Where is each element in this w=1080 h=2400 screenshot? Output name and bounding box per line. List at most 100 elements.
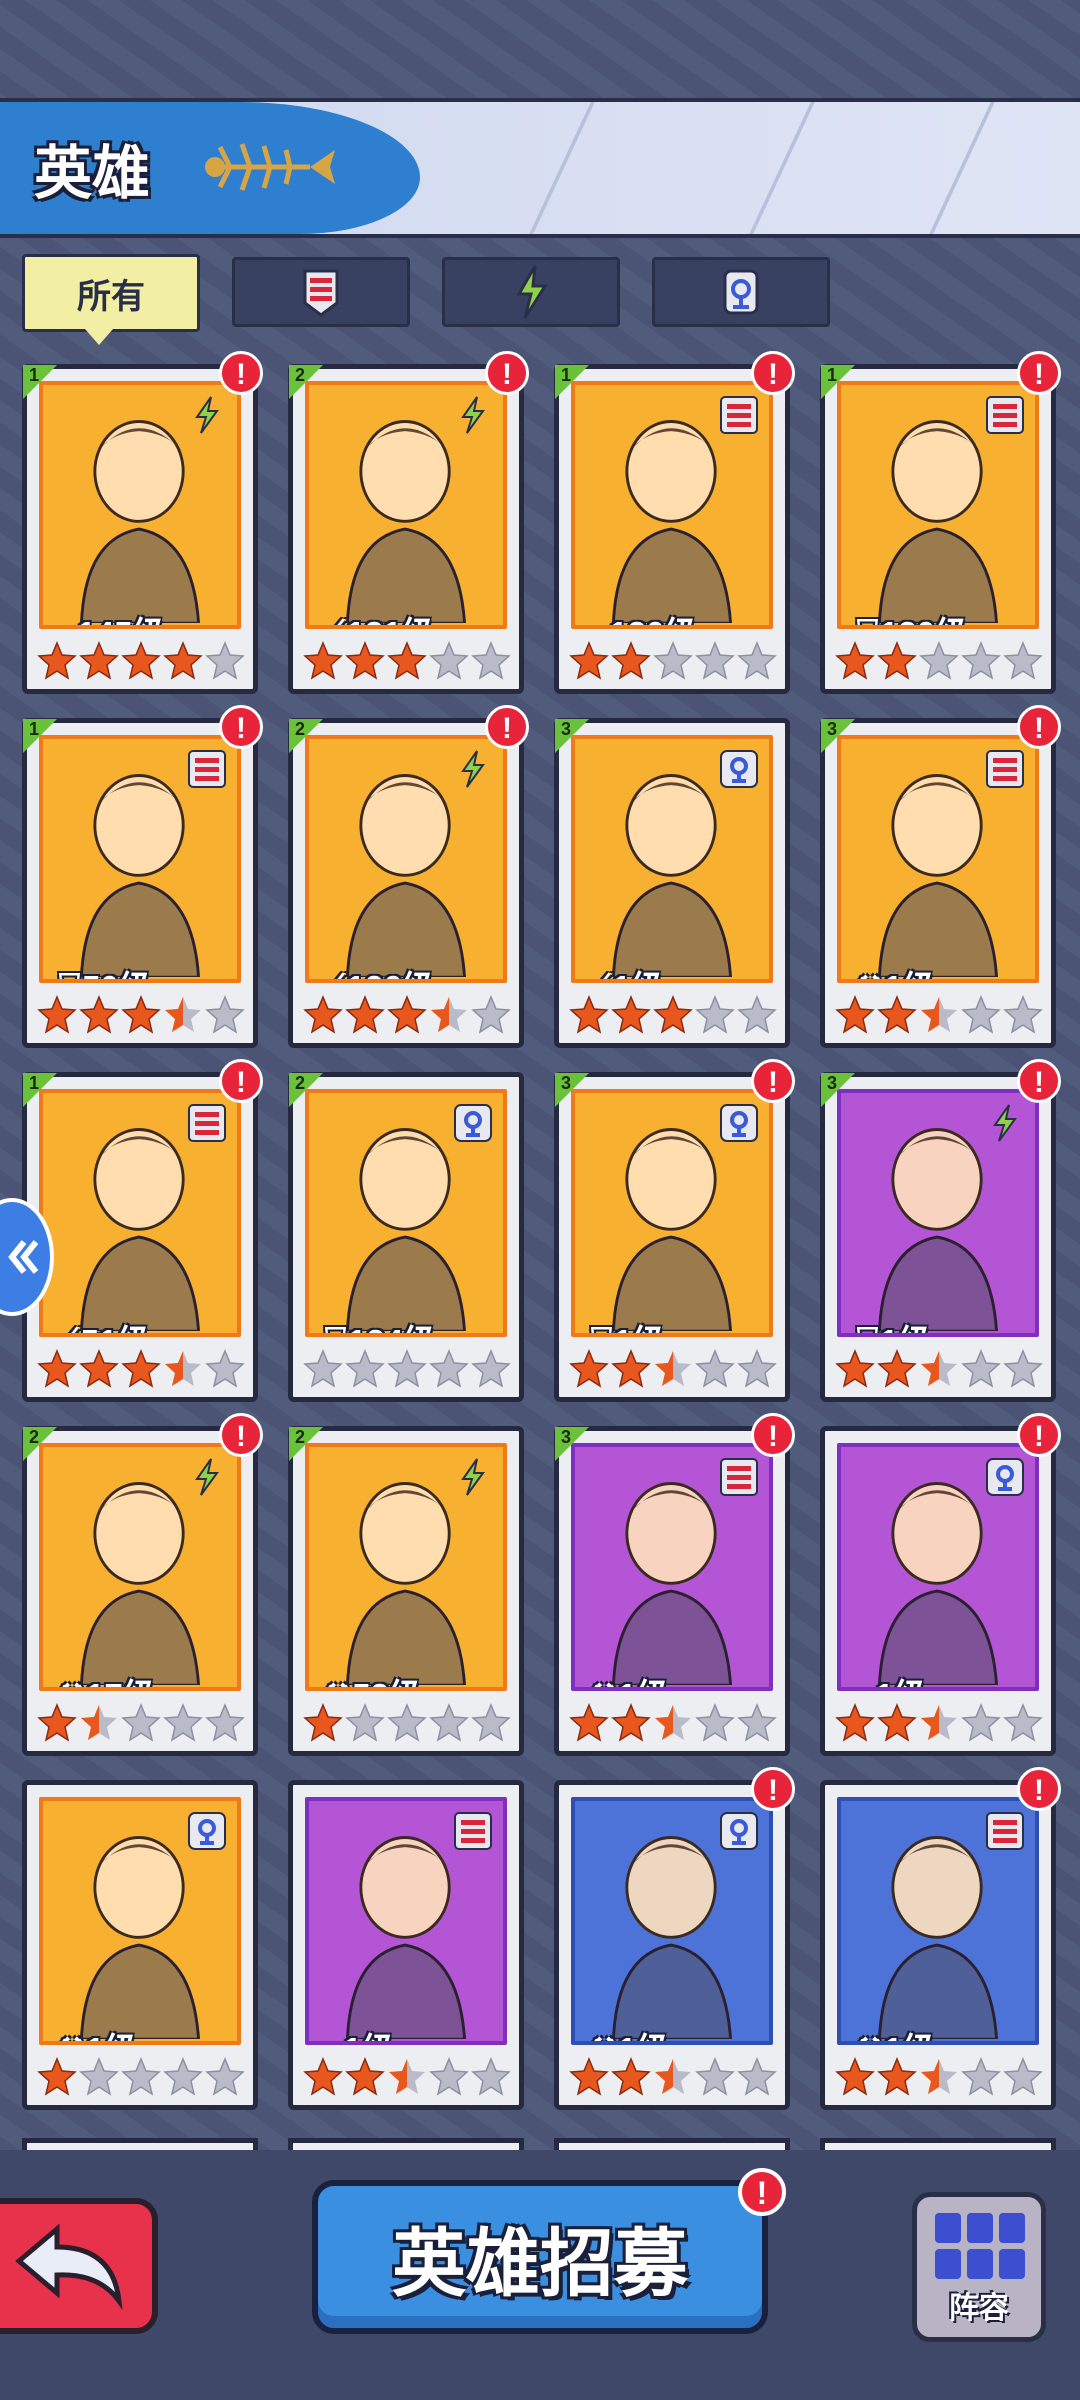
star-rating	[835, 641, 1043, 681]
hero-level: ⚒1级	[59, 2023, 137, 2041]
half-star-icon	[165, 997, 201, 1032]
hero-level-text: 1级	[86, 2023, 137, 2041]
hero-level: ⌐130级	[591, 607, 697, 625]
star-rating	[303, 995, 511, 1035]
hero-portrait: ⛉1级	[571, 1089, 773, 1337]
tab-all[interactable]: 所有	[22, 254, 200, 345]
hero-portrait: ⚒1级	[837, 735, 1039, 983]
wall-crack	[529, 102, 595, 234]
hero-card[interactable]: ⚒1级 3!	[820, 705, 1061, 1048]
star-rating	[303, 1703, 511, 1743]
hammer-icon: ⚒	[59, 1677, 84, 1688]
hero-card[interactable]: ⚒1级	[22, 1780, 258, 2110]
tab-green-class[interactable]	[442, 257, 620, 327]
hero-card[interactable]: ⛉1级 3!	[820, 1059, 1061, 1402]
hero-card[interactable]: ⌐1级!	[820, 1413, 1061, 1756]
hero-level: ⚒52级	[325, 1669, 422, 1687]
axe-icon: ⚒	[857, 969, 882, 980]
rifle-icon: ⟋	[325, 615, 345, 626]
alert-badge-icon: !	[219, 1059, 263, 1103]
star-empty-icon	[345, 1349, 385, 1388]
star-empty-icon	[121, 2057, 161, 2096]
star-rating	[303, 641, 511, 681]
alert-badge-icon: !	[751, 1767, 795, 1811]
star-empty-icon	[121, 1703, 161, 1742]
tab-blue-class[interactable]	[652, 257, 830, 327]
hero-card[interactable]: ⌐1级	[288, 1780, 524, 2110]
half-star-icon	[81, 1705, 117, 1740]
rank-number: 2	[29, 1427, 40, 1447]
hero-card[interactable]: ⛉50级 1!	[22, 705, 263, 1048]
hero-card[interactable]: ⟋131级 2!	[288, 351, 529, 694]
hero-card[interactable]: ⟋126级 2!	[288, 705, 529, 1048]
star-filled-icon	[387, 995, 427, 1034]
star-empty-icon	[737, 1349, 777, 1388]
star-empty-icon	[205, 2057, 245, 2096]
star-filled-icon	[569, 641, 609, 680]
star-empty-icon	[429, 1703, 469, 1742]
star-empty-icon	[695, 995, 735, 1034]
hero-portrait: ⚒1级	[837, 1797, 1039, 2045]
star-empty-icon	[919, 641, 959, 680]
rank-number: 3	[561, 719, 572, 739]
red-shield-class-icon	[986, 1812, 1024, 1850]
star-filled-icon	[37, 641, 77, 680]
hero-card[interactable]: ⌐145级 1!	[22, 351, 263, 694]
hero-recruit-button[interactable]: 英雄招募	[312, 2180, 768, 2334]
star-rating	[569, 995, 777, 1035]
star-empty-icon	[79, 2057, 119, 2096]
star-empty-icon	[737, 2057, 777, 2096]
side-expand-tab[interactable]	[0, 1198, 54, 1316]
hero-card[interactable]: ⚒17级 2!	[22, 1413, 263, 1756]
blue-circuit-class-icon	[720, 1812, 758, 1850]
star-filled-icon	[79, 641, 119, 680]
hero-portrait: ⚒17级	[39, 1443, 241, 1691]
red-shield-class-icon	[303, 269, 339, 317]
hero-level-text: 51级	[81, 1315, 151, 1333]
red-shield-class-icon	[986, 396, 1024, 434]
lineup-button[interactable]: 阵容	[912, 2192, 1046, 2342]
hero-card[interactable]: ⌐130级 1!	[554, 351, 795, 694]
blue-circuit-class-icon	[723, 269, 759, 315]
hero-card[interactable]: ⛉130级 1!	[820, 351, 1061, 694]
hero-level-text: 1级	[618, 1669, 669, 1687]
star-filled-icon	[37, 1349, 77, 1388]
star-empty-icon	[961, 1349, 1001, 1388]
hero-card[interactable]: ⚒1级!	[820, 1767, 1061, 2110]
star-empty-icon	[1003, 995, 1043, 1034]
star-empty-icon	[961, 1703, 1001, 1742]
star-empty-icon	[471, 641, 511, 680]
page-title: 英雄	[34, 141, 151, 206]
back-button[interactable]	[0, 2198, 158, 2334]
hero-card[interactable]: ⚒1级!	[554, 1767, 795, 2110]
alert-badge-icon: !	[219, 351, 263, 395]
star-empty-icon	[429, 641, 469, 680]
star-empty-icon	[961, 2057, 1001, 2096]
rank-number: 1	[827, 365, 838, 385]
star-filled-icon	[877, 995, 917, 1034]
rifle-icon: ⟋	[325, 969, 345, 980]
star-empty-icon	[345, 1703, 385, 1742]
hero-level-text: 50级	[82, 961, 152, 979]
star-filled-icon	[303, 995, 343, 1034]
star-empty-icon	[471, 1703, 511, 1742]
hero-card[interactable]: ⛉1级 3!	[554, 1059, 795, 1402]
hero-card[interactable]: ⛉124级 2	[288, 1072, 524, 1402]
hero-card[interactable]: ⚒1级 3!	[554, 1413, 795, 1756]
hero-card[interactable]: ⟋1级 3	[554, 718, 790, 1048]
back-arrow-icon	[15, 2223, 123, 2311]
half-star-icon	[655, 2059, 691, 2094]
green-lightning-class-icon	[461, 1458, 485, 1496]
hero-card[interactable]: ⚒52级 2	[288, 1426, 524, 1756]
star-rating	[569, 1349, 777, 1389]
tab-red-class[interactable]	[232, 257, 410, 327]
hero-card[interactable]: ⟋51级 1!	[22, 1059, 263, 1402]
wall-crack	[749, 102, 815, 234]
alert-badge-icon: !	[485, 705, 529, 749]
star-empty-icon	[695, 2057, 735, 2096]
hammer-icon: ⚒	[857, 2031, 882, 2042]
star-filled-icon	[79, 1349, 119, 1388]
hammer-icon: ⚒	[591, 2031, 616, 2042]
star-rating	[835, 1349, 1043, 1389]
blue-circuit-class-icon	[720, 1104, 758, 1142]
